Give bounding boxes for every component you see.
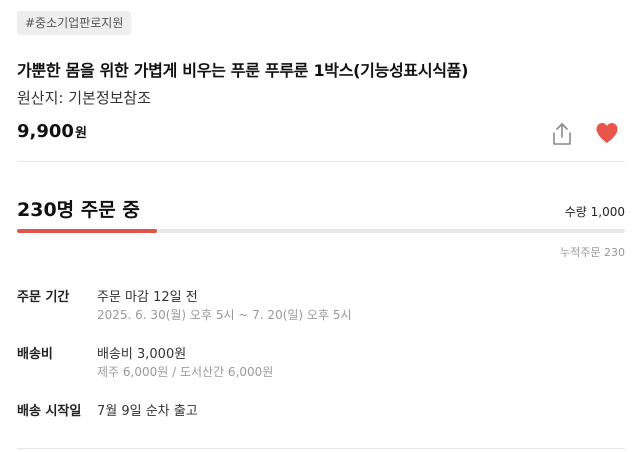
cumulative-value: 230	[604, 246, 625, 259]
order-period-deadline: 주문 마감 12일 전	[97, 290, 198, 305]
order-period-range: 2025. 6. 30(월) 오후 5시 ~ 7. 20(일) 오후 5시	[97, 308, 352, 322]
divider	[17, 448, 625, 449]
shipping-fee-label: 배송비	[17, 347, 53, 362]
product-price: 9,900원	[17, 121, 87, 142]
quantity-label: 수량	[564, 205, 587, 219]
quantity-info: 수량 1,000	[565, 203, 625, 220]
cumulative-orders: 누적주문 230	[560, 244, 625, 260]
heart-icon	[596, 123, 618, 143]
shipping-fee-value: 배송비 3,000원	[97, 347, 187, 362]
product-origin: 원산지: 기본정보참조	[17, 89, 152, 107]
quantity-value: 1,000	[590, 205, 625, 219]
price-unit: 원	[74, 126, 87, 141]
shipping-fee-extra: 제주 6,000원 / 도서산간 6,000원	[97, 365, 274, 379]
divider	[17, 161, 625, 162]
share-icon	[553, 123, 571, 145]
cumulative-label: 누적주문	[560, 246, 601, 259]
shipping-start-value: 7월 9일 순차 출고	[97, 404, 198, 419]
price-value: 9,900	[17, 121, 74, 142]
order-progress-bar	[17, 229, 625, 233]
order-period-label: 주문 기간	[17, 290, 70, 305]
order-progress-fill	[17, 229, 157, 233]
product-title: 가뿐한 몸을 위한 가볍게 비우는 푸룬 푸루룬 1박스(기능성표시식품)	[17, 61, 469, 80]
like-button[interactable]	[595, 122, 619, 144]
category-tag[interactable]: #중소기업판로지원	[17, 11, 132, 35]
share-button[interactable]	[550, 121, 574, 147]
shipping-start-label: 배송 시작일	[17, 404, 82, 419]
order-count: 230명 주문 중	[17, 199, 140, 221]
